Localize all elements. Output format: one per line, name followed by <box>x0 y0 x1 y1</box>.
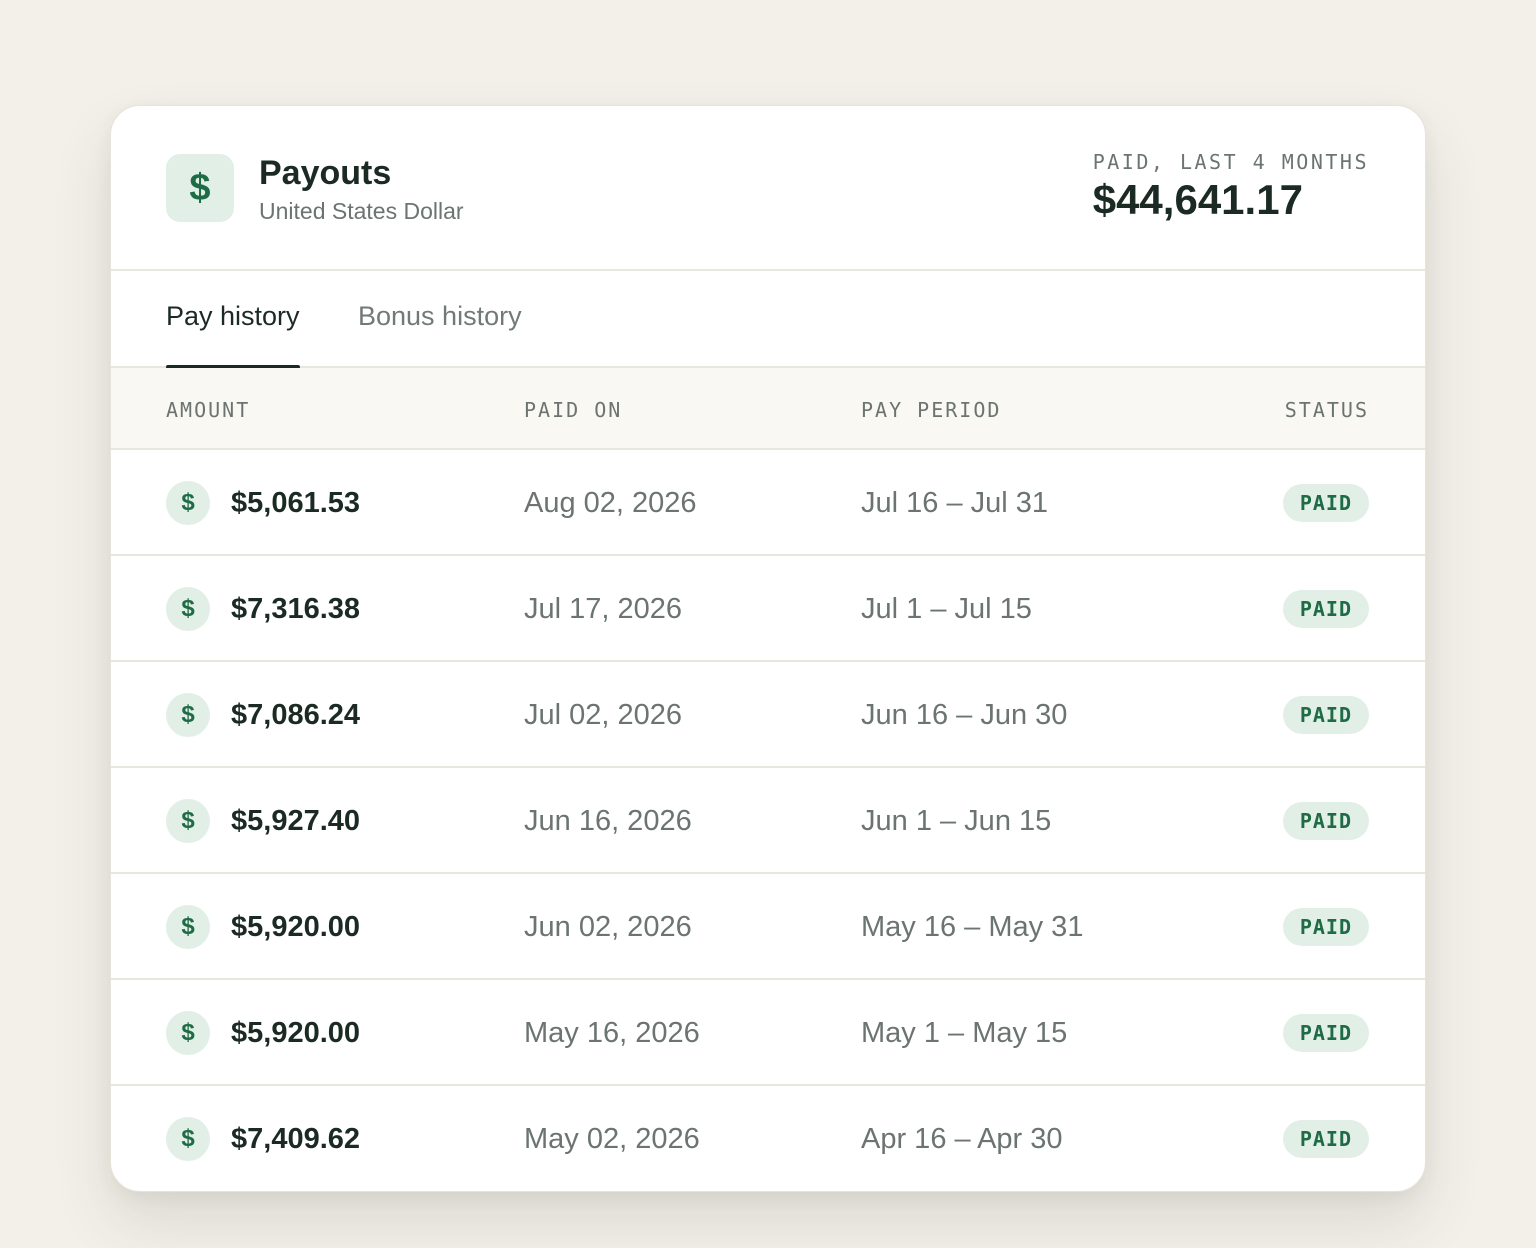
row-pay-period: Jul 16 – Jul 31 <box>861 487 1049 519</box>
page-title: Payouts <box>259 154 392 192</box>
row-pay-period: Jun 1 – Jun 15 <box>861 805 1052 837</box>
row-paid-on: Jul 02, 2026 <box>524 699 683 731</box>
column-header-status: STATUS <box>1284 398 1369 422</box>
dollar-icon: $ <box>166 587 210 631</box>
dollar-icon: $ <box>166 693 210 737</box>
row-pay-period: May 16 – May 31 <box>861 911 1084 943</box>
status-badge: PAID <box>1282 802 1369 840</box>
status-badge: PAID <box>1282 590 1369 628</box>
table-row[interactable]: $ $7,316.38 Jul 17, 2026 Jul 1 – Jul 15 … <box>111 556 1425 662</box>
dollar-icon: $ <box>166 1117 210 1161</box>
row-amount: $7,409.62 <box>231 1123 361 1155</box>
column-header-paid-on: PAID ON <box>524 398 623 422</box>
column-header-pay-period: PAY PERIOD <box>861 398 1002 422</box>
table-row[interactable]: $ $5,920.00 Jun 02, 2026 May 16 – May 31… <box>111 874 1425 980</box>
row-amount: $5,061.53 <box>231 487 361 519</box>
row-amount: $5,927.40 <box>231 805 361 837</box>
status-badge: PAID <box>1282 908 1369 946</box>
card-header: $ Payouts United States Dollar PAID, LAS… <box>111 106 1425 271</box>
table-row[interactable]: $ $5,927.40 Jun 16, 2026 Jun 1 – Jun 15 … <box>111 768 1425 874</box>
dollar-icon: $ <box>166 905 210 949</box>
tab-bar: Pay history Bonus history <box>111 271 1425 369</box>
summary-value: $44,641.17 <box>1092 176 1303 223</box>
row-pay-period: Jul 1 – Jul 15 <box>861 593 1032 625</box>
tab-bonus-history[interactable]: Bonus history <box>358 301 522 368</box>
status-badge: PAID <box>1282 696 1369 734</box>
row-amount: $7,086.24 <box>231 699 361 731</box>
row-amount: $5,920.00 <box>231 1017 361 1049</box>
table-body: $ $5,061.53 Aug 02, 2026 Jul 16 – Jul 31… <box>111 450 1425 1191</box>
tab-pay-history[interactable]: Pay history <box>166 301 300 369</box>
table-row[interactable]: $ $5,920.00 May 16, 2026 May 1 – May 15 … <box>111 980 1425 1086</box>
paid-summary: PAID, LAST 4 MONTHS $44,641.17 <box>1093 150 1369 224</box>
table-row[interactable]: $ $7,409.62 May 02, 2026 Apr 16 – Apr 30… <box>111 1086 1425 1191</box>
status-badge: PAID <box>1282 484 1369 522</box>
payouts-card: $ Payouts United States Dollar PAID, LAS… <box>110 105 1426 1192</box>
table-row[interactable]: $ $5,061.53 Aug 02, 2026 Jul 16 – Jul 31… <box>111 450 1425 556</box>
row-pay-period: Apr 16 – Apr 30 <box>861 1123 1063 1155</box>
status-badge: PAID <box>1282 1120 1369 1158</box>
row-paid-on: Jul 17, 2026 <box>524 593 683 625</box>
row-pay-period: Jun 16 – Jun 30 <box>861 699 1068 731</box>
dollar-icon: $ <box>166 799 210 843</box>
row-paid-on: Aug 02, 2026 <box>524 487 697 519</box>
row-amount: $5,920.00 <box>231 911 361 943</box>
row-paid-on: May 16, 2026 <box>524 1017 700 1049</box>
column-header-amount: AMOUNT <box>166 398 251 422</box>
dollar-icon: $ <box>166 1011 210 1055</box>
row-paid-on: May 02, 2026 <box>524 1123 700 1155</box>
row-pay-period: May 1 – May 15 <box>861 1017 1068 1049</box>
dollar-icon: $ <box>166 481 210 525</box>
table-row[interactable]: $ $7,086.24 Jul 02, 2026 Jun 16 – Jun 30… <box>111 662 1425 768</box>
currency-subtitle: United States Dollar <box>259 198 464 224</box>
summary-label: PAID, LAST 4 MONTHS <box>1092 150 1369 174</box>
dollar-icon: $ <box>166 154 234 222</box>
table-header: AMOUNT PAID ON PAY PERIOD STATUS <box>111 368 1425 450</box>
status-badge: PAID <box>1282 1014 1369 1052</box>
row-paid-on: Jun 02, 2026 <box>524 911 692 943</box>
row-paid-on: Jun 16, 2026 <box>524 805 692 837</box>
row-amount: $7,316.38 <box>231 593 361 625</box>
